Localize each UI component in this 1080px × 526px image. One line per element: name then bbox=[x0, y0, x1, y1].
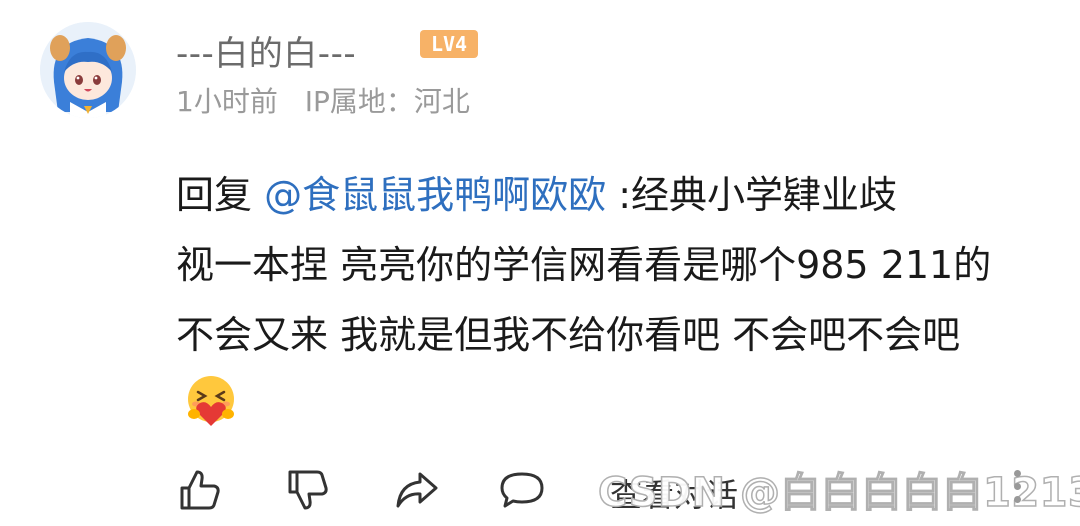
comment-text: 视一本捏 亮亮你的学信网看看是哪个985 211的 不会又来 我就是但我不给你看… bbox=[176, 243, 992, 357]
thumbs-up-icon[interactable] bbox=[176, 466, 224, 514]
username[interactable]: ---白的白--- bbox=[176, 26, 356, 75]
avatar[interactable] bbox=[40, 22, 136, 118]
more-options-icon[interactable] bbox=[1014, 470, 1022, 509]
comment-meta: 1小时前 IP属地：河北 bbox=[176, 80, 488, 120]
share-icon[interactable] bbox=[392, 466, 440, 514]
comment-icon[interactable] bbox=[498, 466, 546, 514]
mention-link[interactable]: @食鼠鼠我鸭啊欧欧 bbox=[264, 173, 606, 217]
watermark: CSDN @白白白白白12138 bbox=[597, 469, 1080, 517]
ip-location: IP属地：河北 bbox=[304, 85, 470, 118]
comment-body: 回复 @食鼠鼠我鸭啊欧欧 :经典小学肄业歧 视一本捏 亮亮你的学信网看看是哪个9… bbox=[176, 160, 1036, 440]
avatar-image bbox=[40, 22, 136, 118]
thumbs-down-icon[interactable] bbox=[284, 466, 332, 514]
hug-emoji bbox=[188, 376, 234, 426]
level-badge: LV4 bbox=[420, 30, 478, 58]
reply-prefix: 回复 bbox=[176, 173, 265, 217]
timestamp: 1小时前 bbox=[176, 85, 278, 118]
comment-text-line1: :经典小学肄业歧 bbox=[606, 173, 897, 217]
